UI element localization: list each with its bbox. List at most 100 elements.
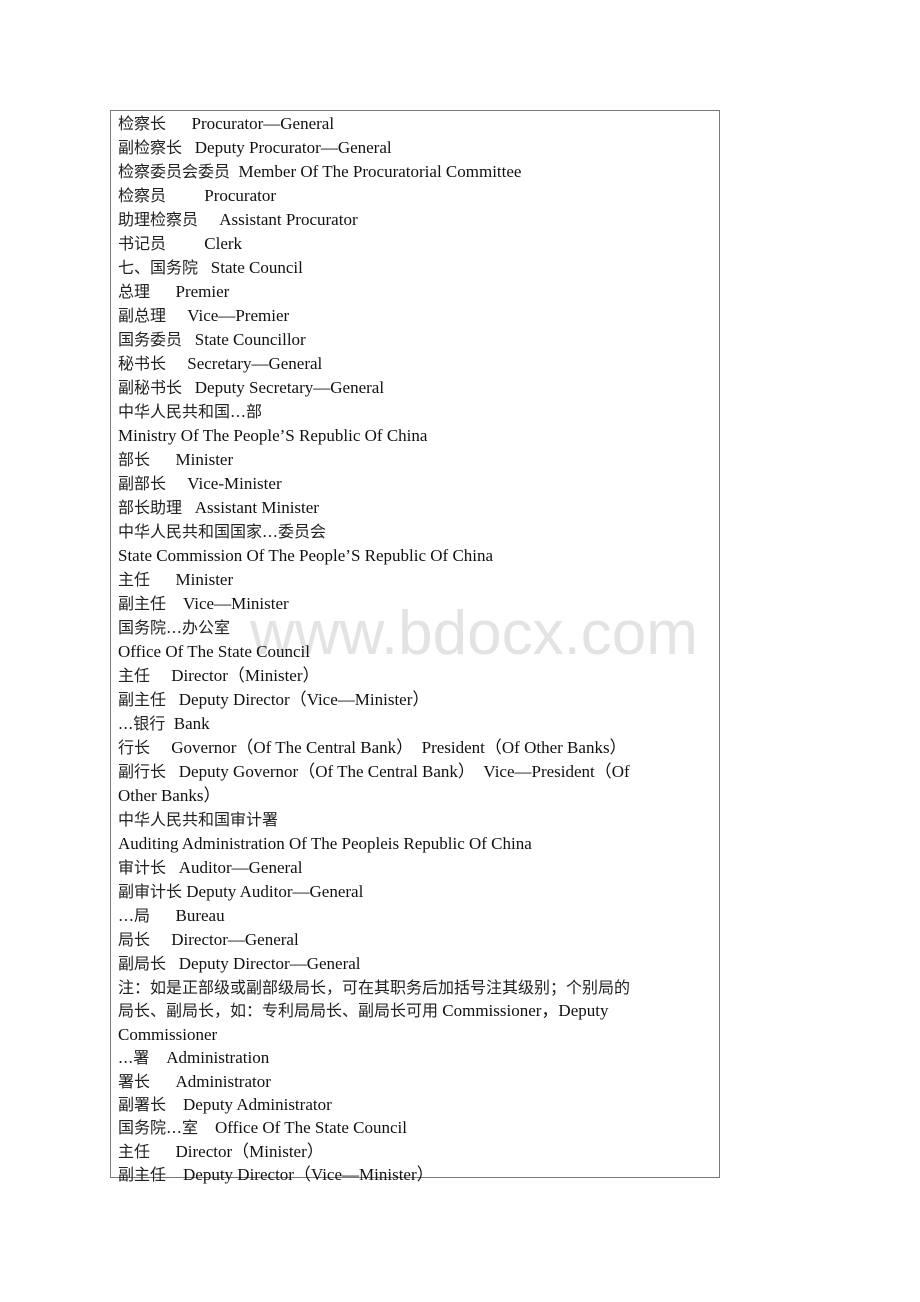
english-title: Office Of The State Council (118, 642, 310, 661)
glossary-line: 局长、副局长，如：专利局局长、副局长可用 Commissioner，Deputy (118, 999, 714, 1022)
glossary-line: 助理检察员 Assistant Procurator (118, 208, 714, 232)
chinese-title: 秘书长 (118, 354, 167, 373)
glossary-line: 总理 Premier (118, 280, 714, 304)
chinese-title: 国务院…室 (118, 1118, 199, 1138)
glossary-line: 副行长 Deputy Governor（Of The Central Bank）… (118, 760, 714, 784)
english-title: Deputy Director（Vice—Minister） (178, 690, 430, 709)
english-title: Director（Minister） (171, 666, 320, 685)
english-title: Deputy Administrator (183, 1094, 332, 1114)
glossary-line: 检察长 Procurator—General (118, 112, 714, 136)
glossary-line: Commissioner (118, 1023, 714, 1046)
chinese-title: 总理 (118, 282, 151, 301)
title-glossary-list: 检察长 Procurator—General 副检察长 Deputy Procur… (118, 112, 714, 1187)
chinese-title: 主任 (118, 1141, 151, 1161)
english-title: Vice-Minister (187, 474, 282, 493)
chinese-title: 副总理 (118, 306, 167, 325)
chinese-title: 局长、副局长，如：专利局局长、副局长可用 (118, 1001, 439, 1021)
chinese-title: 副局长 (118, 954, 167, 973)
glossary-line: ...银行 Bank (118, 712, 714, 736)
english-title: Vice—Premier (187, 306, 290, 325)
glossary-line: 副主任 Deputy Director（Vice—Minister） (118, 1163, 714, 1186)
chinese-title: 署长 (118, 1071, 151, 1091)
glossary-line: 主任 Director（Minister） (118, 664, 714, 688)
english-title: Other Banks） (118, 786, 221, 805)
chinese-title: 副主任 (118, 1165, 167, 1185)
english-title: Administrator (175, 1071, 271, 1091)
english-title: Director—General (171, 930, 299, 949)
glossary-line: 副局长 Deputy Director—General (118, 952, 714, 976)
glossary-line: 国务委员 State Councillor (118, 328, 714, 352)
english-title: Bank (173, 714, 210, 733)
glossary-line: …局 Bureau (118, 904, 714, 928)
chinese-title: ...署 (118, 1048, 150, 1068)
chinese-title: ...银行 (118, 714, 166, 733)
english-title: Director（Minister） (175, 1141, 324, 1161)
english-title: Member Of The Procuratorial Committee (238, 162, 522, 181)
english-title: Governor（Of The Central Bank） President（… (171, 738, 627, 757)
chinese-title: 检察长 (118, 114, 167, 133)
chinese-title: 助理检察员 (118, 210, 199, 229)
english-title: Commissioner，Deputy (442, 1001, 609, 1021)
chinese-title: 书记员 (118, 234, 167, 253)
chinese-title: 中华人民共和国国家…委员会 (118, 522, 327, 541)
glossary-line: 副检察长 Deputy Procurator—General (118, 136, 714, 160)
chinese-title: 部长助理 (118, 498, 183, 517)
english-title: Premier (175, 282, 230, 301)
english-title: Procurator (204, 186, 277, 205)
glossary-line: State Commission Of The People’S Republi… (118, 544, 714, 568)
glossary-line: Other Banks） (118, 784, 714, 808)
english-title: Clerk (204, 234, 243, 253)
chinese-title: 局长 (118, 930, 151, 949)
glossary-line: 书记员 Clerk (118, 232, 714, 256)
english-title: Ministry Of The People’S Republic Of Chi… (118, 426, 428, 445)
english-title: Deputy Procurator—General (194, 138, 392, 157)
glossary-line: 副主任 Deputy Director（Vice—Minister） (118, 688, 714, 712)
glossary-line: 副署长 Deputy Administrator (118, 1093, 714, 1116)
english-title: Office Of The State Council (215, 1118, 408, 1138)
glossary-line: 秘书长 Secretary—General (118, 352, 714, 376)
glossary-line: 主任 Minister (118, 568, 714, 592)
glossary-line: 行长 Governor（Of The Central Bank） Preside… (118, 736, 714, 760)
glossary-line: 注：如是正部级或副部级局长，可在其职务后加括号注其级别；个别局的 (118, 976, 714, 999)
chinese-title: 国务委员 (118, 330, 183, 349)
english-title: Deputy Director（Vice—Minister） (183, 1165, 434, 1185)
glossary-line: 署长 Administrator (118, 1070, 714, 1093)
chinese-title: 副主任 (118, 594, 167, 613)
english-title: Deputy Governor（Of The Central Bank） Vic… (178, 762, 630, 781)
glossary-line: Office Of The State Council (118, 640, 714, 664)
glossary-line: 主任 Director（Minister） (118, 1140, 714, 1163)
glossary-line: Ministry Of The People’S Republic Of Chi… (118, 424, 714, 448)
chinese-title: 副秘书长 (118, 378, 183, 397)
glossary-line: 中华人民共和国国家…委员会 (118, 520, 714, 544)
document-page: www.bdocx.com 检察长 Procurator—General 副检察长… (0, 0, 920, 1302)
english-title: Assistant Minister (194, 498, 319, 517)
chinese-title: 审计长 (118, 858, 167, 877)
english-title: Assistant Procurator (219, 210, 358, 229)
chinese-title: 副审计长 (118, 882, 183, 901)
glossary-line: 局长 Director—General (118, 928, 714, 952)
glossary-line: ...署 Administration (118, 1046, 714, 1069)
glossary-line: 部长 Minister (118, 448, 714, 472)
